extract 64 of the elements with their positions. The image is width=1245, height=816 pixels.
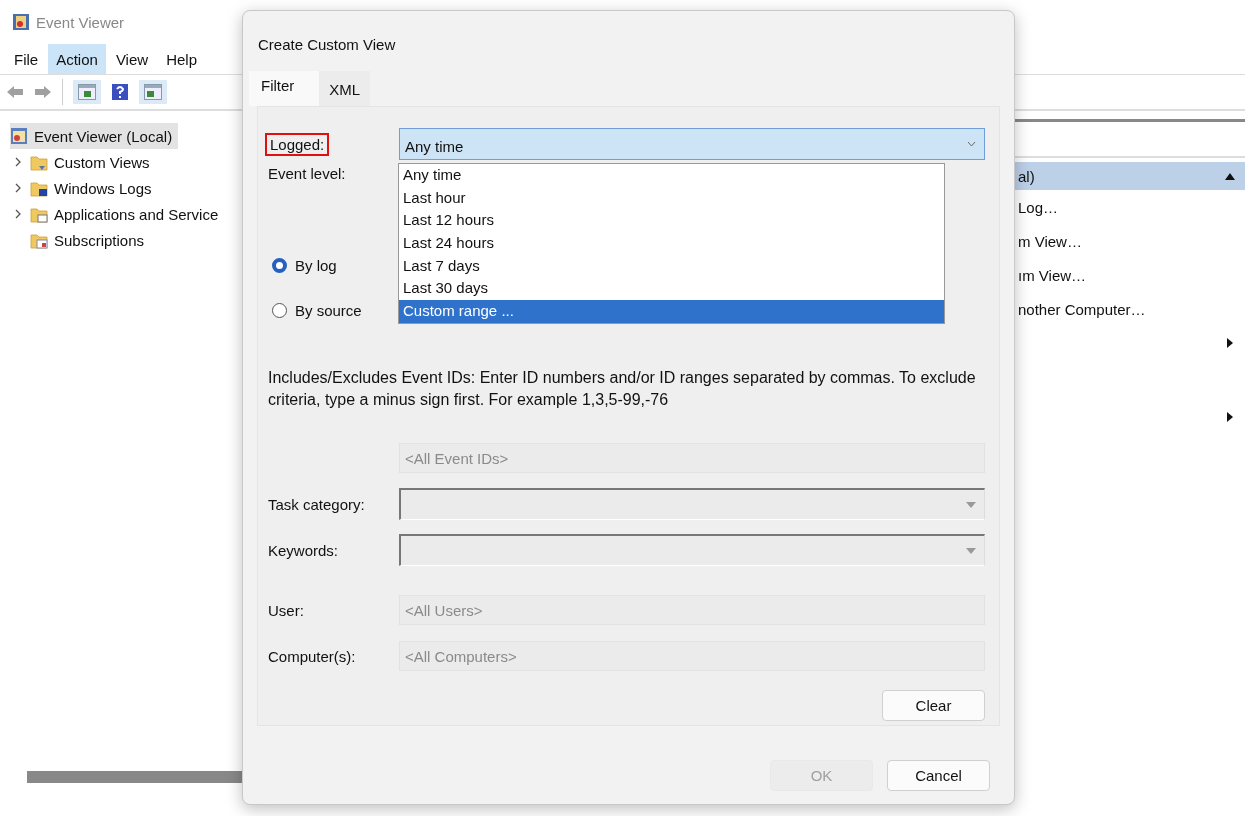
menu-item[interactable]: Action	[48, 44, 106, 74]
menu-item[interactable]: View	[107, 44, 157, 74]
folder-icon	[30, 153, 48, 171]
collapse-triangle-icon	[1225, 172, 1235, 180]
clear-button[interactable]: Clear	[882, 690, 985, 721]
dropdown-arrow-icon	[966, 547, 976, 554]
field-label: Computer(s):	[268, 647, 356, 665]
dropdown-arrow-icon	[966, 501, 976, 508]
action-pane-button[interactable]	[139, 80, 167, 104]
instructions-text: Includes/Excludes Event IDs: Enter ID numbers and/or ID ranges separated by commas. To exclude criteria, type a minus sign first. For example 1,3,5-99,-76	[268, 368, 977, 410]
radio-button[interactable]	[272, 258, 287, 273]
show-pane-button[interactable]	[73, 80, 101, 104]
tree-item[interactable]: Event Viewer (Local)	[10, 123, 179, 149]
pane-command[interactable]: Log…	[1015, 190, 1245, 224]
dropdown-field[interactable]	[399, 488, 985, 520]
back-arrow-icon	[6, 85, 24, 99]
window-title: Event Viewer	[36, 13, 125, 31]
logged-dropdown[interactable]: Any time	[399, 128, 985, 160]
submenu-triangle-icon	[1227, 338, 1233, 348]
field-label: Task category:	[268, 495, 365, 513]
field-label: User:	[268, 601, 304, 619]
folder-icon	[30, 231, 48, 249]
chevron-down-icon	[967, 141, 976, 147]
pane-command[interactable]: nother Computer…	[1015, 292, 1245, 326]
chevron-right-icon	[14, 183, 22, 193]
tree-item[interactable]: Applications and Service	[0, 201, 242, 227]
radio-option[interactable]: By log	[268, 243, 337, 288]
radio-option[interactable]: By source	[268, 288, 362, 333]
horizontal-scrollbar[interactable]	[27, 771, 242, 783]
dropdown-option[interactable]: Last 24 hours	[399, 232, 944, 255]
radio-button[interactable]	[272, 303, 287, 318]
field-label: Keywords:	[268, 541, 339, 559]
tree-item[interactable]: Custom Views	[0, 149, 242, 175]
tree-item[interactable]: Subscriptions	[0, 227, 242, 253]
field-label: Logged:	[265, 132, 330, 156]
tree-item[interactable]: Windows Logs	[0, 175, 242, 201]
tab[interactable]: Filter	[249, 71, 320, 106]
pane-icon	[144, 84, 162, 100]
menu-item[interactable]: File	[6, 44, 47, 74]
dropdown-option[interactable]: Any time	[399, 164, 944, 187]
submenu-triangle-icon	[1227, 412, 1233, 422]
menu-item[interactable]: Help	[158, 44, 205, 74]
chevron-right-icon	[14, 157, 22, 167]
dropdown-option[interactable]: Last hour	[399, 186, 944, 210]
dropdown-option[interactable]: Last 30 days	[399, 277, 944, 301]
dropdown-option[interactable]: Last 12 hours	[399, 209, 944, 233]
help-icon	[111, 83, 129, 101]
pane-command[interactable]: ım View…	[1015, 258, 1245, 292]
actions-header[interactable]: al)	[1015, 162, 1245, 190]
pane-command[interactable]: m View…	[1015, 224, 1245, 258]
dropdown-field[interactable]	[399, 534, 985, 566]
dialog-title: Create Custom View	[257, 35, 397, 55]
tab[interactable]: XML	[319, 71, 371, 106]
folder-icon	[30, 179, 48, 197]
chevron-right-icon	[14, 209, 22, 219]
dropdown-option[interactable]: Custom range ...	[399, 300, 944, 323]
forward-arrow-icon	[34, 85, 52, 99]
cancel-button[interactable]: Cancel	[887, 760, 990, 791]
event-viewer-icon	[10, 127, 28, 145]
app-icon	[12, 13, 30, 31]
field-label: Event level:	[268, 165, 346, 182]
folder-icon	[30, 205, 48, 223]
pane-icon	[78, 84, 96, 100]
dropdown-option[interactable]: Last 7 days	[399, 254, 944, 278]
